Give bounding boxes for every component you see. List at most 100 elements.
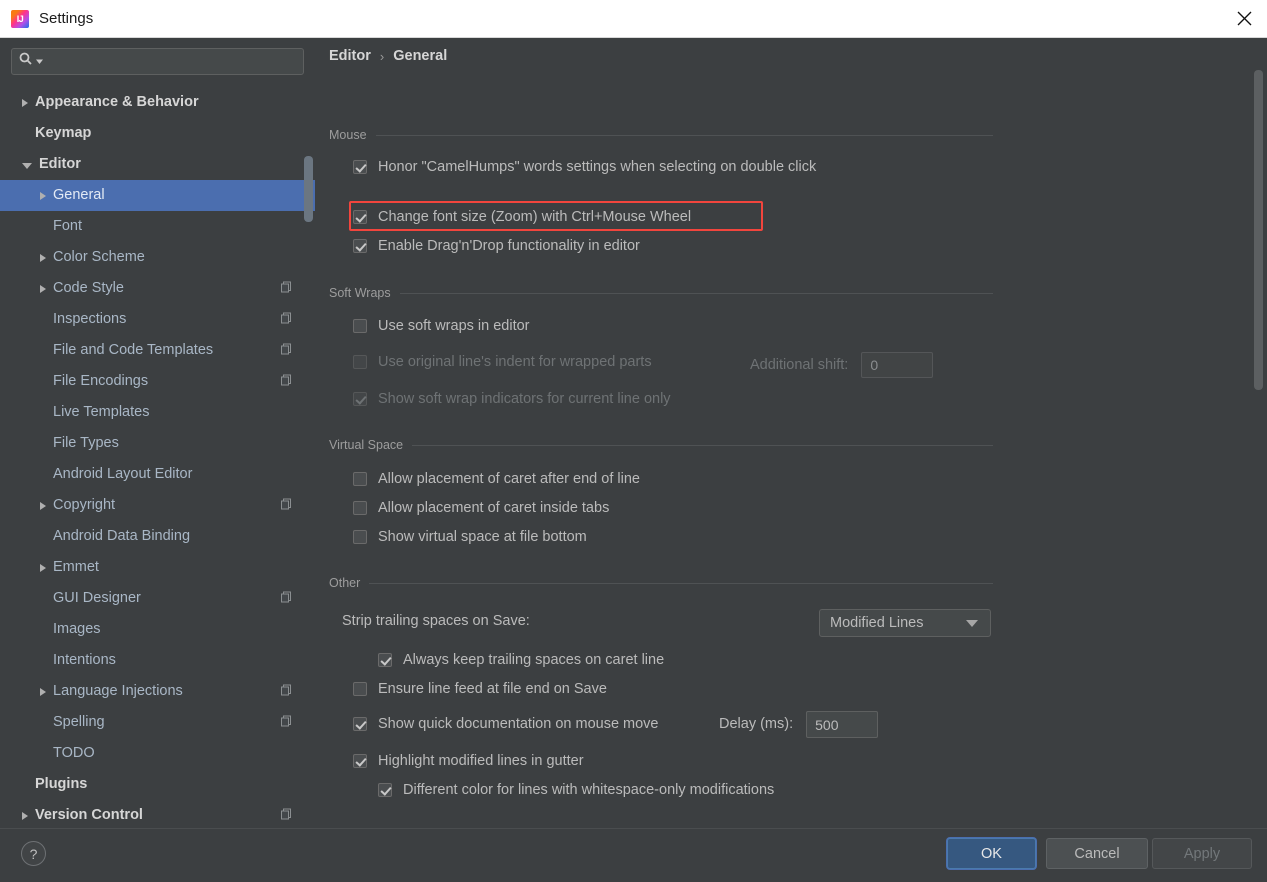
sidebar-item-inspections[interactable]: Inspections bbox=[0, 304, 315, 335]
apply-button[interactable]: Apply bbox=[1152, 838, 1252, 869]
sidebar-item-label: File and Code Templates bbox=[53, 342, 214, 359]
checkbox-row-show-indicators[interactable]: Show soft wrap indicators for current li… bbox=[353, 389, 671, 410]
help-button[interactable]: ? bbox=[21, 841, 46, 866]
checkbox-row-caret-inside-tabs[interactable]: Allow placement of caret inside tabs bbox=[353, 498, 609, 519]
sidebar-item-code-style[interactable]: Code Style bbox=[0, 273, 315, 304]
sidebar-item-appearance-behavior[interactable]: Appearance & Behavior bbox=[0, 87, 315, 118]
group-header-other: Other bbox=[329, 576, 993, 590]
different-color-label: Different color for lines with whitespac… bbox=[403, 782, 775, 798]
original-indent-label: Use original line's indent for wrapped p… bbox=[378, 354, 652, 370]
caret-after-eol-checkbox[interactable] bbox=[353, 472, 367, 486]
chevron-right-icon[interactable] bbox=[40, 501, 46, 510]
search-input[interactable] bbox=[44, 49, 303, 74]
chevron-right-icon[interactable] bbox=[40, 563, 46, 572]
chevron-right-icon[interactable] bbox=[22, 811, 28, 820]
group-header-soft-wraps: Soft Wraps bbox=[329, 286, 993, 300]
chevron-right-icon[interactable] bbox=[40, 284, 46, 293]
ok-button[interactable]: OK bbox=[947, 838, 1036, 869]
checkbox-row-virtual-space-bottom[interactable]: Show virtual space at file bottom bbox=[353, 527, 587, 548]
caret-inside-tabs-checkbox[interactable] bbox=[353, 501, 367, 515]
caret-after-eol-label: Allow placement of caret after end of li… bbox=[378, 471, 640, 487]
chevron-down-icon[interactable] bbox=[22, 163, 32, 169]
drag-drop-checkbox[interactable] bbox=[353, 239, 367, 253]
sidebar-item-file-types[interactable]: File Types bbox=[0, 428, 315, 459]
sidebar-item-version-control[interactable]: Version Control bbox=[0, 800, 315, 828]
checkbox-row-honor-camelhumps[interactable]: Honor "CamelHumps" words settings when s… bbox=[353, 157, 823, 178]
sidebar-item-live-templates[interactable]: Live Templates bbox=[0, 397, 315, 428]
window-title: Settings bbox=[39, 10, 94, 27]
breadcrumb-separator-icon: › bbox=[379, 48, 385, 64]
ensure-line-feed-checkbox[interactable] bbox=[353, 682, 367, 696]
content-scrollbar-thumb[interactable] bbox=[1254, 70, 1263, 390]
search-box[interactable] bbox=[11, 48, 304, 75]
copy-scope-icon bbox=[280, 714, 293, 731]
copy-scope-icon bbox=[280, 590, 293, 607]
quick-doc-label: Show quick documentation on mouse move bbox=[378, 716, 659, 732]
sidebar-item-file-and-code-templates[interactable]: File and Code Templates bbox=[0, 335, 315, 366]
different-color-checkbox[interactable] bbox=[378, 783, 392, 797]
strip-trailing-dropdown[interactable]: Modified Lines bbox=[819, 609, 991, 637]
sidebar-item-spelling[interactable]: Spelling bbox=[0, 707, 315, 738]
checkbox-row-ensure-line-feed[interactable]: Ensure line feed at file end on Save bbox=[353, 679, 607, 700]
sidebar-item-todo[interactable]: TODO bbox=[0, 738, 315, 769]
honor-camelhumps-checkbox[interactable] bbox=[353, 160, 367, 174]
delay-label: Delay (ms): bbox=[719, 716, 794, 732]
checkbox-row-drag-drop[interactable]: Enable Drag'n'Drop functionality in edit… bbox=[353, 236, 640, 257]
search-field-wrapper bbox=[11, 48, 304, 75]
sidebar-item-label: Editor bbox=[39, 156, 81, 173]
sidebar-item-gui-designer[interactable]: GUI Designer bbox=[0, 583, 315, 614]
sidebar-item-language-injections[interactable]: Language Injections bbox=[0, 676, 315, 707]
sidebar-item-android-layout-editor[interactable]: Android Layout Editor bbox=[0, 459, 315, 490]
checkbox-row-always-keep[interactable]: Always keep trailing spaces on caret lin… bbox=[378, 650, 664, 671]
checkbox-row-original-indent[interactable]: Use original line's indent for wrapped p… bbox=[353, 352, 652, 373]
always-keep-label: Always keep trailing spaces on caret lin… bbox=[403, 652, 665, 668]
checkbox-row-quick-doc[interactable]: Show quick documentation on mouse move bbox=[353, 714, 659, 735]
cancel-button[interactable]: Cancel bbox=[1046, 838, 1148, 869]
sidebar-item-android-data-binding[interactable]: Android Data Binding bbox=[0, 521, 315, 552]
change-font-size-checkbox[interactable] bbox=[353, 210, 367, 224]
additional-shift-input[interactable] bbox=[861, 352, 934, 378]
sidebar-item-file-encodings[interactable]: File Encodings bbox=[0, 366, 315, 397]
virtual-space-bottom-checkbox[interactable] bbox=[353, 530, 367, 544]
ensure-line-feed-label: Ensure line feed at file end on Save bbox=[378, 681, 607, 697]
sidebar-item-plugins[interactable]: Plugins bbox=[0, 769, 315, 800]
sidebar-item-color-scheme[interactable]: Color Scheme bbox=[0, 242, 315, 273]
always-keep-checkbox[interactable] bbox=[378, 653, 392, 667]
checkbox-row-caret-after-eol[interactable]: Allow placement of caret after end of li… bbox=[353, 469, 640, 490]
group-divider bbox=[369, 582, 993, 584]
original-indent-checkbox[interactable] bbox=[353, 355, 367, 369]
honor-camelhumps-label: Honor "CamelHumps" words settings when s… bbox=[378, 159, 817, 175]
delay-input[interactable] bbox=[806, 711, 879, 738]
breadcrumb-parent[interactable]: Editor bbox=[329, 48, 371, 64]
copy-scope-icon bbox=[280, 683, 293, 700]
strip-trailing-value: Modified Lines bbox=[830, 615, 924, 631]
chevron-right-icon[interactable] bbox=[40, 253, 46, 262]
sidebar-item-copyright[interactable]: Copyright bbox=[0, 490, 315, 521]
checkbox-row-use-soft-wraps[interactable]: Use soft wraps in editor bbox=[353, 316, 530, 337]
sidebar-item-keymap[interactable]: Keymap bbox=[0, 118, 315, 149]
checkbox-row-highlight-gutter[interactable]: Highlight modified lines in gutter bbox=[353, 751, 584, 772]
sidebar-item-font[interactable]: Font bbox=[0, 211, 315, 242]
sidebar-item-editor[interactable]: Editor bbox=[0, 149, 315, 180]
sidebar-item-label: General bbox=[53, 187, 105, 204]
chevron-right-icon[interactable] bbox=[40, 191, 46, 200]
sidebar-item-label: Language Injections bbox=[53, 683, 183, 700]
sidebar-scrollbar-thumb[interactable] bbox=[304, 156, 313, 222]
chevron-right-icon[interactable] bbox=[40, 687, 46, 696]
highlight-gutter-checkbox[interactable] bbox=[353, 754, 367, 768]
use-soft-wraps-checkbox[interactable] bbox=[353, 319, 367, 333]
search-dropdown-arrow-icon[interactable] bbox=[35, 53, 44, 71]
sidebar-item-label: Keymap bbox=[35, 125, 92, 142]
checkbox-row-change-font-size[interactable]: Change font size (Zoom) with Ctrl+Mouse … bbox=[353, 207, 691, 228]
change-font-size-label: Change font size (Zoom) with Ctrl+Mouse … bbox=[378, 209, 692, 225]
settings-sidebar: Appearance & Behavior Keymap Editor General… bbox=[0, 38, 315, 828]
chevron-right-icon[interactable] bbox=[22, 98, 28, 107]
show-indicators-checkbox[interactable] bbox=[353, 392, 367, 406]
sidebar-item-general[interactable]: General bbox=[0, 180, 315, 211]
quick-doc-checkbox[interactable] bbox=[353, 717, 367, 731]
sidebar-item-images[interactable]: Images bbox=[0, 614, 315, 645]
sidebar-item-emmet[interactable]: Emmet bbox=[0, 552, 315, 583]
close-icon[interactable] bbox=[1221, 0, 1267, 37]
sidebar-item-intentions[interactable]: Intentions bbox=[0, 645, 315, 676]
checkbox-row-different-color[interactable]: Different color for lines with whitespac… bbox=[378, 780, 774, 801]
